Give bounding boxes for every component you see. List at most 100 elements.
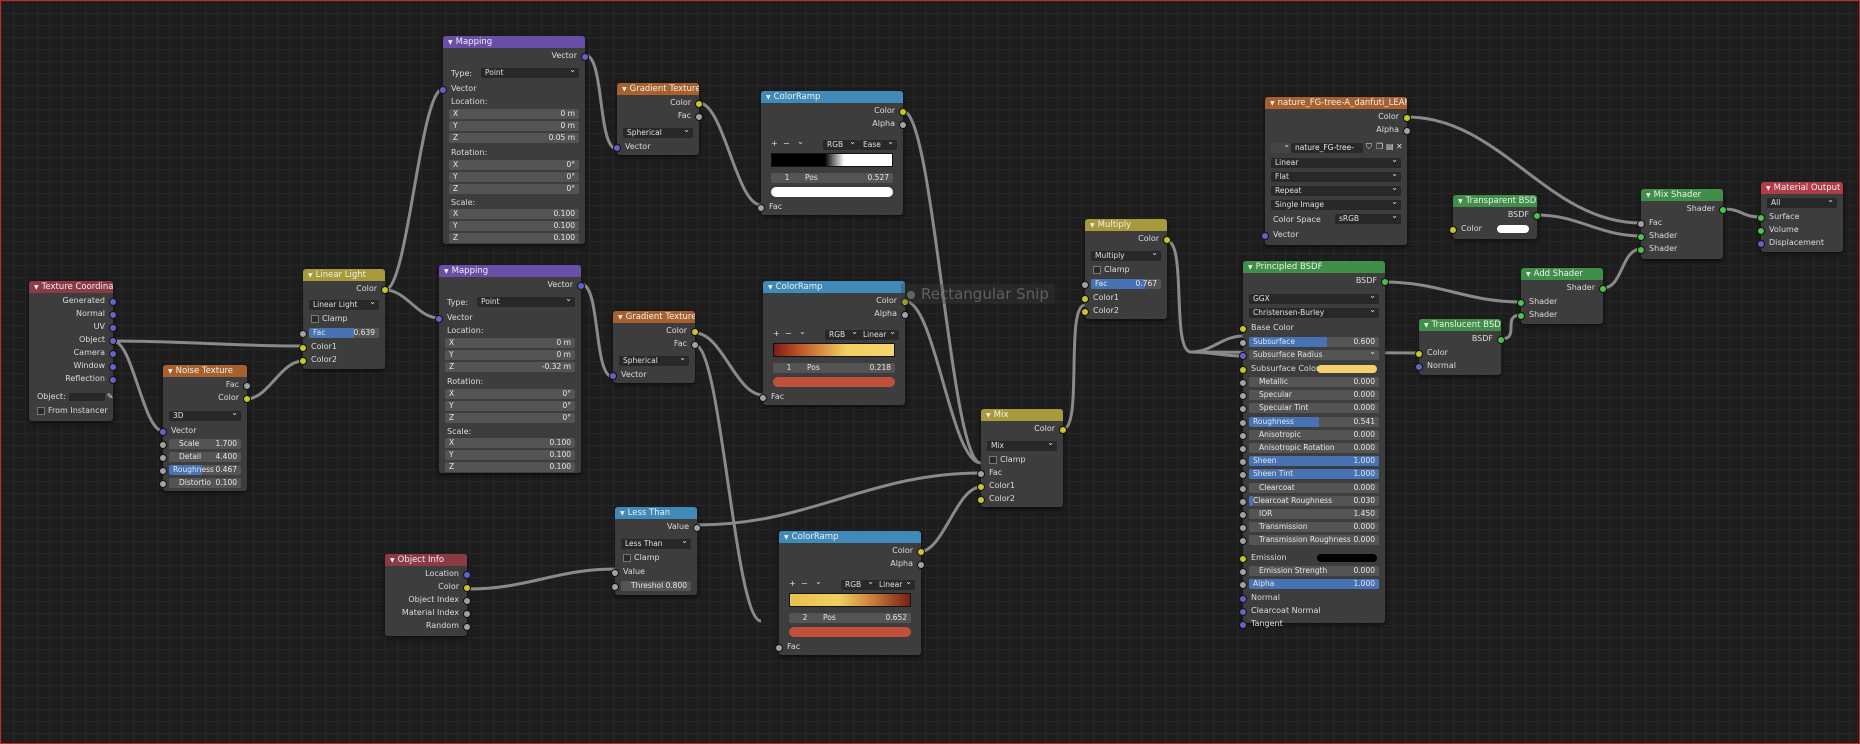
object-picker-row[interactable]: Object: ✎ — [29, 391, 113, 403]
ramp-add-button[interactable]: + — [771, 139, 778, 148]
socket[interactable] — [757, 204, 765, 212]
node-header[interactable]: ▼ ColorRamp — [763, 281, 905, 293]
node-header[interactable]: ▼ Object Info — [385, 554, 467, 566]
detail-field[interactable]: Detail 4.400 — [159, 452, 241, 462]
socket[interactable] — [1261, 232, 1269, 240]
socket[interactable] — [159, 467, 167, 475]
stop-position-field[interactable]: Pos 0.218 — [803, 363, 895, 373]
socket[interactable] — [381, 286, 389, 294]
color-ramp-gradient[interactable] — [773, 343, 895, 357]
node-link[interactable] — [904, 299, 982, 465]
rotation-y-field[interactable]: Y 0° — [445, 401, 575, 411]
clamp-checkbox[interactable]: Clamp — [981, 454, 1063, 466]
socket[interactable] — [1239, 471, 1247, 480]
socket[interactable] — [581, 53, 589, 61]
color-swatch[interactable] — [1317, 554, 1377, 562]
clamp-checkbox[interactable]: Clamp — [615, 552, 697, 564]
socket[interactable] — [1239, 431, 1247, 440]
socket[interactable] — [299, 357, 307, 365]
math-operation-dropdown[interactable]: Less Than — [621, 536, 691, 549]
node-header[interactable]: ▼ Material Output — [1761, 182, 1843, 194]
node-mix-shader[interactable]: ▼ Mix Shader Shader Fac Shader Shader — [1637, 189, 1727, 259]
node-gradient-texture-1[interactable]: ▼Gradient Texture Color Fac Spherical Ve… — [613, 83, 703, 155]
socket[interactable] — [1599, 285, 1607, 293]
node-transparent-bsdf[interactable]: ▼ Transparent BSDF BSDF Color — [1449, 195, 1541, 239]
rotation-z-field[interactable]: Z 0° — [445, 413, 575, 423]
socket[interactable] — [1637, 220, 1645, 228]
node-editor-canvas[interactable]: ▼Texture Coordinate Generated Normal UV … — [0, 0, 1860, 744]
checkbox-icon[interactable] — [311, 314, 319, 323]
scale-z-field[interactable]: Z 0.100 — [449, 233, 579, 243]
node-mapping-1[interactable]: ▼Mapping Vector Type: Point Vector Locat… — [439, 36, 589, 244]
principled-field[interactable]: Clearcoat 0.000 — [1239, 482, 1379, 493]
node-link[interactable] — [1166, 239, 1192, 354]
color-ramp-gradient[interactable] — [771, 153, 893, 167]
ramp-add-button[interactable]: + — [773, 329, 780, 338]
node-link[interactable] — [112, 339, 164, 433]
socket[interactable] — [695, 113, 703, 121]
gradient-type-dropdown[interactable]: Spherical — [619, 353, 689, 366]
scale-y-field[interactable]: Y 0.100 — [449, 221, 579, 231]
source-dropdown[interactable]: Single Image — [1271, 197, 1401, 210]
node-gradient-texture-2[interactable]: ▼Gradient Texture Color Fac Spherical Ve… — [609, 311, 699, 383]
eyedropper-icon[interactable]: ✎ — [107, 392, 114, 401]
location-y-field[interactable]: Y0 m — [449, 121, 579, 131]
node-header[interactable]: ▼ Linear Light — [303, 269, 385, 281]
node-colorramp-1[interactable]: ▼ColorRamp Color Alpha + − ⌄ RGB Ease 1 … — [757, 91, 907, 215]
node-link[interactable] — [696, 471, 982, 527]
node-header[interactable]: ▼ Mapping — [443, 36, 585, 48]
checkbox-icon[interactable] — [623, 553, 631, 562]
clamp-checkbox[interactable]: Clamp — [1085, 264, 1167, 276]
node-multiply[interactable]: ▼Multiply Color Multiply Clamp Fac0.767 … — [1081, 219, 1171, 319]
output-target-dropdown[interactable]: All — [1767, 195, 1837, 208]
location-z-field[interactable]: Z -0.32 m — [445, 362, 575, 372]
socket[interactable] — [977, 470, 985, 478]
interpolation-dropdown[interactable]: Ease — [859, 137, 897, 150]
socket[interactable] — [613, 144, 621, 152]
socket[interactable] — [463, 584, 471, 592]
location-y-field[interactable]: Y0 m — [445, 350, 575, 360]
node-header[interactable]: ▼ ColorRamp — [779, 531, 921, 543]
socket[interactable] — [1517, 299, 1525, 307]
socket[interactable] — [1239, 352, 1247, 360]
socket[interactable] — [1239, 366, 1247, 374]
distribution-dropdown[interactable]: GGX — [1249, 291, 1379, 304]
ramp-add-button[interactable]: + — [789, 579, 796, 588]
socket[interactable] — [243, 395, 251, 403]
subsurface-method-dropdown[interactable]: Christensen-Burley — [1249, 305, 1379, 318]
socket[interactable] — [977, 496, 985, 504]
principled-field[interactable]: Sheen Tint 1.000 — [1239, 469, 1379, 480]
blend-mode-dropdown[interactable]: Mix — [987, 438, 1057, 451]
socket[interactable] — [463, 597, 471, 605]
scale-y-field[interactable]: Y 0.100 — [445, 450, 575, 460]
scale-field[interactable]: Scale 1.700 — [159, 439, 241, 449]
interpolation-dropdown[interactable]: Linear — [859, 327, 899, 340]
color-mode-dropdown[interactable]: RGB — [841, 577, 877, 590]
socket[interactable] — [695, 100, 703, 108]
roughness-field[interactable]: Roughness 0.467 — [159, 465, 241, 475]
socket[interactable] — [109, 376, 117, 384]
socket[interactable] — [901, 311, 909, 319]
socket[interactable] — [1239, 484, 1247, 493]
socket[interactable] — [1757, 227, 1765, 235]
socket[interactable] — [1381, 278, 1389, 286]
socket[interactable] — [109, 311, 117, 319]
color-swatch[interactable] — [1317, 365, 1377, 373]
node-colorramp-2[interactable]: ▼ColorRamp Color Alpha + − ⌄ RGB Linear … — [759, 281, 909, 405]
mapping-type-dropdown[interactable]: Point — [477, 294, 575, 307]
socket[interactable] — [1517, 312, 1525, 320]
stop-color-swatch[interactable] — [771, 187, 893, 197]
chevron-down-icon[interactable]: ⌄ — [815, 577, 822, 586]
principled-field[interactable]: Sheen 1.000 — [1239, 456, 1379, 467]
location-z-field[interactable]: Z 0.05 m — [449, 133, 579, 143]
socket[interactable] — [609, 372, 617, 380]
socket[interactable] — [899, 121, 907, 129]
principled-field[interactable]: Transmission 0.000 — [1239, 522, 1379, 533]
socket[interactable] — [1239, 568, 1247, 576]
node-image-texture[interactable]: ▼nature_FG-tree-A_danfuti_LEAF-ALPH... C… — [1261, 97, 1411, 245]
node-mix[interactable]: ▼Mix Color Mix Clamp Fac Color1 Color2 — [977, 409, 1067, 507]
socket[interactable] — [1719, 206, 1727, 214]
socket[interactable] — [1059, 426, 1067, 434]
socket[interactable] — [243, 382, 251, 390]
socket[interactable] — [1239, 379, 1247, 387]
